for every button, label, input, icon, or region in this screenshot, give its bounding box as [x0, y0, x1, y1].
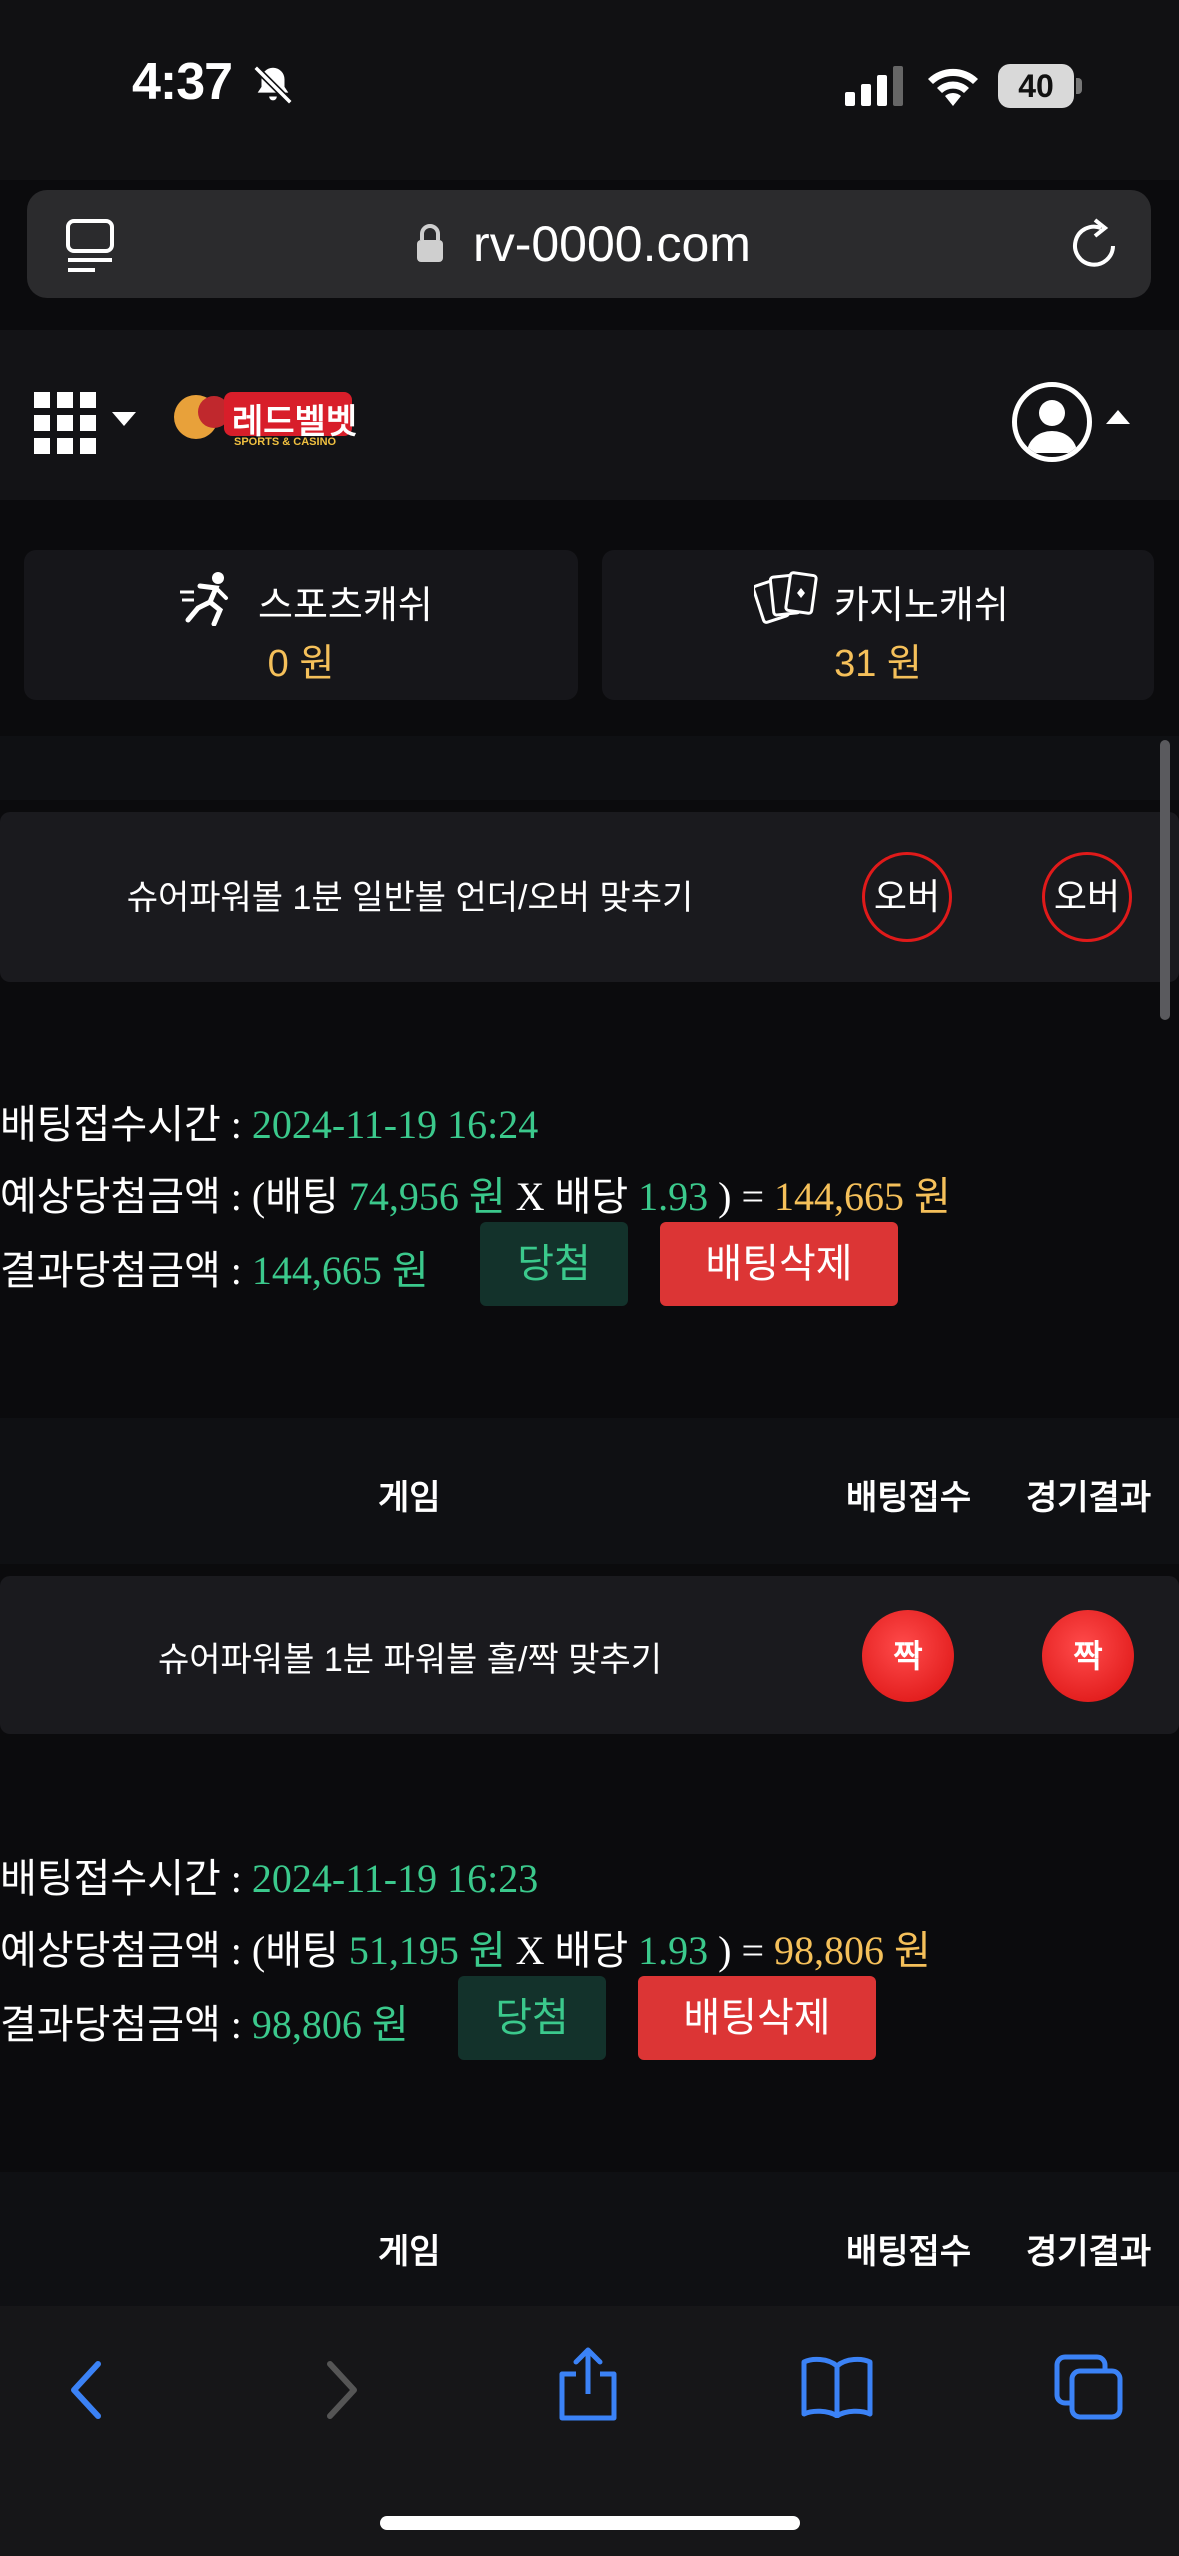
tabs-overview-icon[interactable]: [1054, 2354, 1124, 2425]
x-label: X 배당: [505, 1928, 639, 1973]
forward-icon[interactable]: [322, 2358, 362, 2427]
payout-line: 결과당첨금액 : 144,665 원: [0, 1238, 429, 1296]
table-header: [0, 1418, 1179, 1564]
delete-bet-button[interactable]: 배팅삭제: [638, 1976, 876, 2060]
col-result: 경기결과: [1026, 1479, 1152, 1517]
stake: 51,195 원: [348, 1928, 506, 1973]
url-text[interactable]: rv-0000.com: [27, 190, 1151, 298]
expected-label: 예상당첨금액 : (배팅: [0, 1928, 349, 1973]
result-ball: 짝: [1042, 1610, 1134, 1702]
win-status-button[interactable]: 당첨: [480, 1222, 628, 1306]
payout-label: 결과당첨금액 :: [0, 2002, 252, 2047]
cards-icon: [752, 568, 820, 633]
signal-icon: [845, 66, 905, 111]
x-label: X 배당: [505, 1174, 639, 1219]
col-game: 게임: [378, 2233, 441, 2271]
result-ball: 오버: [1042, 852, 1132, 942]
col-result: 경기결과: [1026, 2233, 1152, 2271]
expected-line: 예상당첨금액 : (배팅 74,956 원 X 배당 1.93 ) = 144,…: [0, 1164, 951, 1222]
home-indicator: [380, 2516, 800, 2530]
casino-cash-card[interactable]: 카지노캐쉬 31 원: [602, 550, 1154, 700]
runner-icon: [180, 570, 236, 631]
bet-time-line: 배팅접수시간 : 2024-11-19 16:23: [0, 1846, 538, 1904]
eq-label: ) =: [708, 1928, 775, 1973]
chevron-up-icon[interactable]: [1106, 410, 1130, 429]
odds: 1.93: [638, 1928, 709, 1973]
payout-amount: 98,806 원: [251, 2002, 409, 2047]
scrollbar[interactable]: [1160, 740, 1170, 1020]
table-header-partial: [0, 736, 1179, 800]
bet-pick-ball: 짝: [862, 1610, 954, 1702]
odds: 1.93: [638, 1174, 709, 1219]
col-bet: 배팅접수: [846, 1479, 972, 1517]
battery-cap: [1076, 78, 1082, 94]
eq-label: ) =: [708, 1174, 775, 1219]
user-avatar-icon[interactable]: [1012, 382, 1092, 462]
col-game: 게임: [378, 1479, 441, 1517]
logo-subtext: SPORTS & CASINO: [234, 436, 337, 448]
battery-icon: 40: [998, 64, 1074, 108]
chevron-down-icon[interactable]: [112, 412, 136, 431]
expected-amount: 98,806 원: [774, 1928, 931, 1973]
win-status-button[interactable]: 당첨: [458, 1976, 606, 2060]
stake: 74,956 원: [348, 1174, 506, 1219]
game-name: 슈어파워볼 1분 파워볼 홀/짝 맞추기: [157, 1641, 663, 1679]
bet-pick-ball: 오버: [862, 852, 952, 942]
col-bet: 배팅접수: [846, 2233, 972, 2271]
expected-label: 예상당첨금액 : (배팅: [0, 1174, 349, 1219]
bookmarks-icon[interactable]: [800, 2356, 874, 2423]
reload-icon[interactable]: [1067, 216, 1121, 277]
status-time: 4:37: [132, 53, 233, 111]
expected-line: 예상당첨금액 : (배팅 51,195 원 X 배당 1.93 ) = 98,8…: [0, 1918, 931, 1976]
casino-cash-label: 카지노캐쉬: [834, 585, 1009, 627]
bet-time: 2024-11-19 16:23: [251, 1856, 539, 1901]
payout-amount: 144,665 원: [251, 1248, 429, 1293]
table-header: [0, 2172, 1179, 2306]
address-bar[interactable]: rv-0000.com: [27, 190, 1151, 298]
casino-cash-value: 31 원: [834, 643, 922, 685]
payout-line: 결과당첨금액 : 98,806 원: [0, 1992, 409, 2050]
expected-amount: 144,665 원: [774, 1174, 951, 1219]
sports-cash-label: 스포츠캐쉬: [258, 585, 433, 627]
lock-icon: [415, 222, 445, 269]
grid-menu-icon[interactable]: [34, 392, 96, 459]
wifi-icon: [925, 64, 981, 111]
bell-slash-icon: [250, 62, 296, 113]
back-icon[interactable]: [66, 2358, 106, 2427]
site-logo[interactable]: 레드벨벳 SPORTS & CASINO: [174, 382, 357, 452]
bet-time-label: 배팅접수시간 :: [0, 1102, 252, 1147]
sports-cash-value: 0 원: [267, 643, 335, 685]
payout-label: 결과당첨금액 :: [0, 1248, 252, 1293]
game-name: 슈어파워볼 1분 일반볼 언더/오버 맞추기: [126, 879, 694, 917]
delete-bet-button[interactable]: 배팅삭제: [660, 1222, 898, 1306]
bet-time-line: 배팅접수시간 : 2024-11-19 16:24: [0, 1092, 538, 1150]
bet-time-label: 배팅접수시간 :: [0, 1856, 252, 1901]
sports-cash-card[interactable]: 스포츠캐쉬 0 원: [24, 550, 578, 700]
share-icon[interactable]: [556, 2346, 620, 2427]
bet-time: 2024-11-19 16:24: [251, 1102, 539, 1147]
